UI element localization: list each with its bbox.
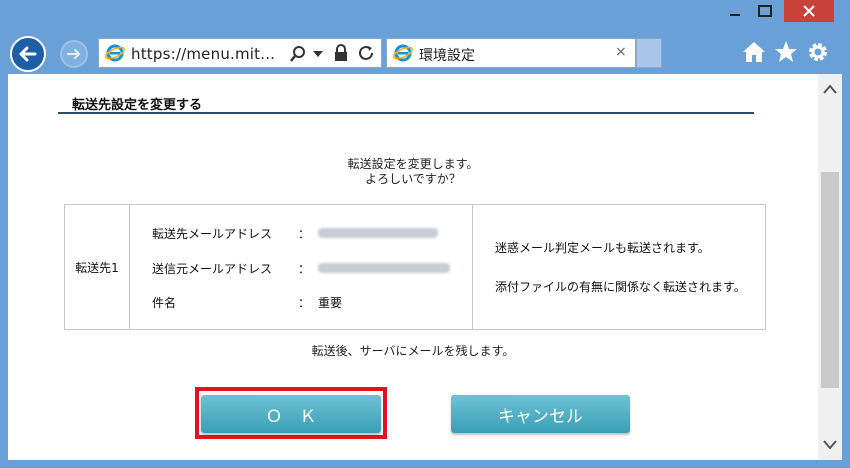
subject-value: 重要	[318, 296, 343, 310]
refresh-icon[interactable]	[357, 44, 375, 62]
field-label-forward-address: 転送先メールアドレス	[152, 227, 273, 241]
table-row: 転送先1 転送先メールアドレス ： 送信元メールアドレス ： 件名 ： 重要 迷…	[64, 204, 766, 330]
blurred-forward-address	[318, 228, 438, 238]
footer-note: 転送後、サーバにメールを残します。	[311, 344, 515, 358]
forwarding-info-table: 転送先1 転送先メールアドレス ： 送信元メールアドレス ： 件名 ： 重要 迷…	[64, 204, 766, 330]
scroll-up-button[interactable]	[818, 74, 842, 104]
vertical-scrollbar[interactable]	[818, 74, 842, 460]
scroll-thumb[interactable]	[821, 172, 839, 388]
field-colon: ：	[298, 296, 311, 310]
chevron-down-icon	[823, 440, 837, 450]
ok-button[interactable]: Ｏ Ｋ	[201, 395, 381, 433]
chevron-up-icon	[823, 84, 837, 94]
note-spam-forward: 迷惑メール判定メールも転送されます。	[495, 241, 710, 255]
maximize-icon	[758, 5, 772, 17]
heading-divider	[58, 112, 754, 114]
page-title: 転送先設定を変更する	[72, 98, 203, 113]
arrow-right-icon	[67, 49, 81, 59]
field-colon: ：	[298, 227, 311, 241]
notes-cell: 迷惑メール判定メールも転送されます。 添付ファイルの有無に関係なく転送されます。	[472, 204, 766, 330]
favorites-button[interactable]	[772, 38, 800, 66]
row-label: 転送先1	[64, 204, 130, 330]
new-tab-button[interactable]	[636, 38, 662, 68]
confirm-message-line2: よろしいですか？	[365, 172, 461, 186]
detail-cell: 転送先メールアドレス ： 送信元メールアドレス ： 件名 ： 重要	[129, 204, 473, 330]
address-text: https://menu.mit...	[131, 45, 276, 63]
tab-settings[interactable]: 環境設定 ×	[386, 38, 636, 68]
tools-button[interactable]	[804, 38, 832, 66]
field-label-subject: 件名	[152, 296, 177, 310]
minimize-icon	[730, 14, 740, 16]
minimize-button[interactable]	[722, 0, 748, 22]
field-label-sender-address: 送信元メールアドレス	[152, 262, 273, 276]
lock-icon[interactable]	[333, 44, 349, 62]
arrow-left-icon	[19, 46, 37, 62]
cancel-button[interactable]: キャンセル	[451, 395, 630, 433]
maximize-button[interactable]	[750, 0, 780, 22]
close-icon	[803, 5, 815, 17]
tab-close-button[interactable]: ×	[615, 44, 627, 60]
note-attachment-forward: 添付ファイルの有無に関係なく転送されます。	[495, 280, 746, 294]
forward-button[interactable]	[60, 40, 88, 68]
window-frame-bottom	[0, 460, 850, 468]
back-button[interactable]	[10, 36, 46, 72]
tab-title: 環境設定	[419, 48, 475, 64]
page-content: 転送先設定を変更する 転送設定を変更します。 よろしいですか？ 転送先1 転送先…	[8, 74, 818, 460]
close-window-button[interactable]	[784, 0, 834, 22]
home-button[interactable]	[740, 38, 768, 66]
blurred-sender-address	[318, 263, 450, 273]
star-icon	[775, 41, 797, 62]
address-bar[interactable]: https://menu.mit...	[98, 38, 382, 68]
search-icon[interactable]	[289, 45, 307, 63]
dropdown-arrow-icon[interactable]	[313, 51, 323, 57]
home-icon	[743, 42, 765, 62]
field-colon: ：	[298, 262, 311, 276]
ie-logo-icon	[393, 44, 413, 62]
ie-logo-icon	[105, 44, 125, 62]
scroll-down-button[interactable]	[818, 430, 842, 460]
gear-icon	[809, 43, 827, 61]
